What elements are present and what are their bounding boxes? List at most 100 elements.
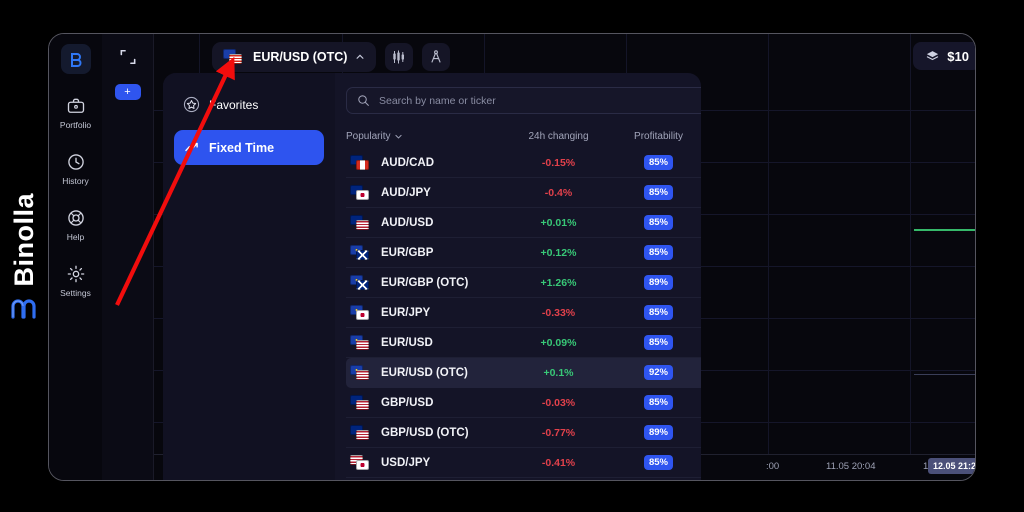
time-cursor-label: 12.05 21:26 <box>928 458 975 474</box>
asset-flags-icon <box>350 184 372 201</box>
asset-flags-icon <box>350 214 372 231</box>
asset-pair-cell: EUR/GBP (OTC) <box>346 274 506 291</box>
category-label: Fixed Time <box>209 140 275 155</box>
asset-profitability-cell: 85% <box>611 215 701 230</box>
asset-profitability-cell: 92% <box>611 365 701 380</box>
screenshot-root: Binolla Portfolio History Help Settings … <box>0 0 1024 512</box>
drawing-tools-button[interactable] <box>422 42 451 71</box>
profitability-badge: 89% <box>643 425 673 440</box>
asset-flags-icon <box>350 334 372 351</box>
sidebar-item-portfolio[interactable]: Portfolio <box>49 96 102 130</box>
asset-pair-cell: USD/JPY <box>346 454 506 471</box>
asset-profitability-cell: 85% <box>611 305 701 320</box>
binolla-mark-icon[interactable] <box>60 44 91 74</box>
expand-icon[interactable] <box>118 47 138 67</box>
chevron-up-icon <box>356 54 364 59</box>
chart-type-button[interactable] <box>385 42 414 71</box>
time-tick-label: :00 <box>766 461 780 472</box>
asset-list[interactable]: AUD/CAD -0.15% 85% AUD/JPY -0.4% 85% AUD/USD +0… <box>346 148 701 480</box>
asset-flags-icon <box>350 454 372 471</box>
asset-flags-icon <box>350 364 372 381</box>
asset-name: EUR/GBP <box>381 246 434 259</box>
asset-name: AUD/CAD <box>381 156 435 169</box>
sidebar-nav: Portfolio History Help Settings <box>49 34 102 480</box>
asset-profitability-cell: 89% <box>611 275 701 290</box>
asset-name: GBP/USD (OTC) <box>381 426 469 439</box>
asset-profitability-cell: 85% <box>611 185 701 200</box>
asset-change: +1.26% <box>540 276 577 289</box>
profitability-badge: 85% <box>643 455 673 470</box>
balance-button[interactable]: $10 <box>913 42 975 70</box>
asset-name-label: EUR/USD (OTC) <box>253 49 348 64</box>
asset-pair-cell: EUR/USD <box>346 334 506 351</box>
asset-flags-icon <box>350 274 372 291</box>
asset-flags-icon <box>350 244 372 261</box>
chevron-down-icon <box>395 134 403 139</box>
asset-profitability-cell: 89% <box>611 425 701 440</box>
asset-change: -0.15% <box>541 156 576 169</box>
asset-row[interactable]: EUR/GBP (OTC) +1.26% 89% <box>346 268 701 298</box>
asset-change: +0.09% <box>540 336 577 349</box>
asset-change: +0.01% <box>540 216 577 229</box>
profitability-badge: 85% <box>643 215 673 230</box>
asset-profitability-cell: 85% <box>611 395 701 410</box>
asset-row[interactable]: GBP/USD (OTC) -0.77% 89% <box>346 418 701 448</box>
profitability-badge: 89% <box>643 275 673 290</box>
asset-row[interactable]: EUR/GBP +0.12% 85% <box>346 238 701 268</box>
asset-flags-icon <box>350 304 372 321</box>
asset-row[interactable]: AUD/USD +0.01% 85% <box>346 208 701 238</box>
asset-change: +0.1% <box>543 366 574 379</box>
search-icon <box>358 95 369 106</box>
category-fixed-time[interactable]: Fixed Time <box>174 130 324 165</box>
sidebar-item-help[interactable]: Help <box>49 208 102 242</box>
asset-row[interactable]: EUR/USD +0.09% 85% <box>346 328 701 358</box>
add-chart-button[interactable]: + <box>114 84 141 100</box>
asset-pair-cell: EUR/USD (OTC) <box>346 364 506 381</box>
asset-row[interactable]: AUD/JPY -0.4% 85% <box>346 178 701 208</box>
star-badge-icon <box>183 96 200 113</box>
column-profitability: Profitability <box>634 130 683 142</box>
binolla-logo-icon <box>11 299 36 319</box>
column-popularity[interactable]: Popularity <box>346 131 506 142</box>
profitability-badge: 85% <box>643 305 673 320</box>
fixed-time-icon <box>185 142 198 152</box>
asset-row[interactable]: EUR/JPY -0.33% 85% <box>346 298 701 328</box>
asset-flags-icon <box>350 154 372 171</box>
asset-flags-icon <box>223 48 245 65</box>
brand-name: Binolla <box>8 193 39 287</box>
profitability-badge: 85% <box>643 395 673 410</box>
asset-profitability-cell: 85% <box>611 455 701 470</box>
secondary-rail: + <box>102 34 154 480</box>
asset-row[interactable]: AUD/CAD -0.15% 85% <box>346 148 701 178</box>
profitability-badge: 85% <box>643 155 673 170</box>
asset-row[interactable]: USD/JPY -0.41% 85% <box>346 448 701 478</box>
column-popularity-label: Popularity <box>346 130 391 142</box>
asset-name: EUR/USD <box>381 336 433 349</box>
asset-selector-button[interactable]: EUR/USD (OTC) <box>212 41 377 72</box>
asset-pair-cell: AUD/JPY <box>346 184 506 201</box>
asset-change: -0.4% <box>544 186 573 199</box>
asset-name: AUD/JPY <box>381 186 431 199</box>
sidebar-item-history[interactable]: History <box>49 152 102 186</box>
profitability-badge: 85% <box>643 335 673 350</box>
asset-pair-cell: GBP/USD <box>346 394 506 411</box>
brand-strip: Binolla <box>0 0 48 512</box>
asset-change: +0.12% <box>540 246 577 259</box>
profitability-badge: 85% <box>643 245 673 260</box>
asset-row[interactable]: EUR/USD (OTC) +0.1% 92% <box>346 358 701 388</box>
asset-name: USD/JPY <box>381 456 431 469</box>
asset-name: EUR/USD (OTC) <box>381 366 468 379</box>
sidebar-item-label: Help <box>66 232 85 242</box>
asset-pair-cell: AUD/USD <box>346 214 506 231</box>
asset-change: -0.77% <box>541 426 576 439</box>
favorites-label: Favorites <box>209 97 259 112</box>
favorites-item[interactable]: Favorites <box>174 90 324 119</box>
briefcase-icon <box>67 98 84 113</box>
asset-profitability-cell: 85% <box>611 335 701 350</box>
asset-row[interactable]: GBP/USD -0.03% 85% <box>346 388 701 418</box>
search-input[interactable] <box>379 94 701 107</box>
profitability-badge: 85% <box>643 185 673 200</box>
sidebar-item-settings[interactable]: Settings <box>49 264 102 298</box>
asset-change: -0.33% <box>541 306 576 319</box>
asset-search-box[interactable] <box>346 87 701 114</box>
